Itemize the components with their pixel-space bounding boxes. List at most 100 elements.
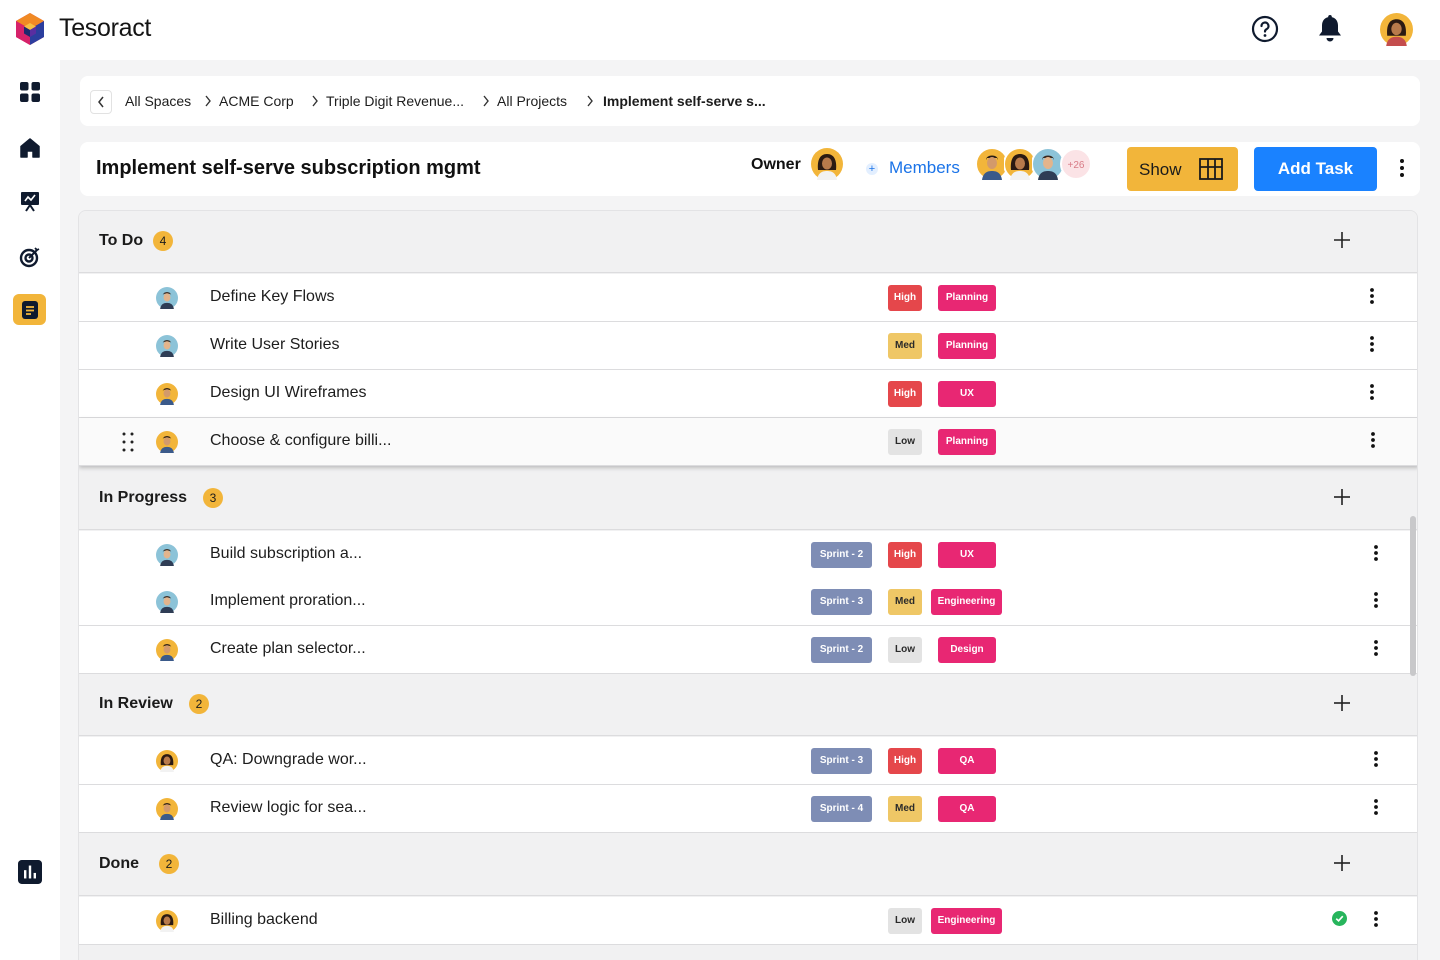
priority-tag: Med	[888, 589, 922, 615]
sprint-tag: Sprint - 4	[811, 796, 872, 822]
task-row[interactable]: Implement proration... Sprint - 3 Med En…	[79, 578, 1417, 626]
plus-icon[interactable]	[1333, 231, 1351, 249]
priority-tag: High	[888, 381, 922, 407]
count-badge: 2	[189, 694, 209, 714]
count-badge: 4	[153, 231, 173, 251]
label-tag: Planning	[938, 333, 996, 359]
breadcrumb-item-acme-corp[interactable]: ACME Corp	[219, 93, 294, 109]
breadcrumb-item-current: Implement self-serve s...	[603, 93, 766, 109]
breadcrumb-item-revenue[interactable]: Triple Digit Revenue...	[326, 93, 464, 109]
task-title[interactable]: Billing backend	[210, 911, 318, 929]
more-options-icon[interactable]	[1371, 638, 1381, 660]
breadcrumb-item-all-spaces[interactable]: All Spaces	[125, 93, 191, 109]
section-title: Done	[99, 855, 139, 872]
main-content: All Spaces ACME Corp Triple Digit Revenu…	[60, 60, 1440, 960]
priority-tag: Low	[888, 637, 922, 663]
sprint-tag: Sprint - 2	[811, 542, 872, 568]
more-options-icon[interactable]	[1371, 590, 1381, 612]
task-title[interactable]: Write User Stories	[210, 336, 340, 354]
task-title[interactable]: Design UI Wireframes	[210, 384, 366, 402]
owner-label: Owner	[751, 156, 801, 173]
more-options-icon[interactable]	[1396, 156, 1408, 180]
home-icon[interactable]	[18, 136, 42, 160]
task-row[interactable]: Write User Stories Med Planning	[79, 322, 1417, 370]
chevron-right-icon	[312, 95, 318, 107]
drag-handle-icon[interactable]	[121, 431, 135, 453]
back-button[interactable]	[90, 90, 112, 114]
more-options-icon[interactable]	[1367, 286, 1377, 308]
help-circle-icon[interactable]	[1251, 15, 1279, 43]
assignee-avatar[interactable]	[156, 639, 178, 661]
task-title[interactable]: Implement proration...	[210, 592, 366, 610]
task-title[interactable]: Create plan selector...	[210, 640, 366, 658]
task-row[interactable]: QA: Downgrade wor... Sprint - 3 High QA	[79, 737, 1417, 785]
assignee-avatar[interactable]	[156, 431, 178, 453]
sidebar	[0, 60, 60, 960]
task-row[interactable]: Create plan selector... Sprint - 2 Low D…	[79, 626, 1417, 674]
task-row[interactable]: Build subscription a... Sprint - 2 High …	[79, 531, 1417, 579]
columns-layout-icon	[1199, 158, 1223, 180]
owner-avatar[interactable]	[811, 148, 843, 180]
members-link[interactable]: Members	[889, 158, 960, 178]
more-options-icon[interactable]	[1367, 382, 1377, 404]
task-row-dragging[interactable]: Choose & configure billi... Low Planning	[79, 418, 1417, 466]
grid-icon[interactable]	[18, 80, 42, 104]
label-tag: UX	[938, 381, 996, 407]
chevron-right-icon	[205, 95, 211, 107]
task-title[interactable]: Define Key Flows	[210, 288, 335, 306]
assignee-avatar[interactable]	[156, 591, 178, 613]
sprint-tag: Sprint - 3	[811, 589, 872, 615]
page-title: Implement self-serve subscription mgmt	[96, 157, 481, 179]
show-button[interactable]: Show	[1127, 147, 1238, 191]
more-options-icon[interactable]	[1367, 334, 1377, 356]
plus-icon[interactable]	[1333, 488, 1351, 506]
more-options-icon[interactable]	[1371, 749, 1381, 771]
plus-icon[interactable]	[1333, 854, 1351, 872]
add-task-button[interactable]: Add Task	[1254, 147, 1377, 191]
scrollbar[interactable]	[1410, 516, 1416, 676]
breadcrumb: All Spaces ACME Corp Triple Digit Revenu…	[80, 76, 1420, 126]
more-options-icon[interactable]	[1371, 543, 1381, 565]
label-tag: Planning	[938, 285, 996, 311]
label-tag: QA	[938, 796, 996, 822]
assignee-avatar[interactable]	[156, 910, 178, 932]
section-done: Done 2	[79, 834, 1417, 896]
show-button-label: Show	[1139, 160, 1182, 179]
chevron-right-icon	[587, 95, 593, 107]
presentation-icon[interactable]	[18, 189, 42, 213]
assignee-avatar[interactable]	[156, 335, 178, 357]
task-row[interactable]: Define Key Flows High Planning	[79, 274, 1417, 322]
more-options-icon[interactable]	[1371, 797, 1381, 819]
assignee-avatar[interactable]	[156, 544, 178, 566]
plus-icon[interactable]	[1333, 694, 1351, 712]
task-title[interactable]: QA: Downgrade wor...	[210, 751, 367, 769]
assignee-avatar[interactable]	[156, 383, 178, 405]
section-title: In Progress	[99, 489, 188, 506]
document-icon[interactable]	[13, 294, 46, 325]
assignee-avatar[interactable]	[156, 287, 178, 309]
more-members-badge[interactable]: +26	[1060, 148, 1092, 180]
breadcrumb-item-all-projects[interactable]: All Projects	[497, 93, 567, 109]
user-avatar[interactable]	[1380, 13, 1413, 46]
task-title[interactable]: Build subscription a...	[210, 545, 362, 563]
section-title: In Review	[99, 695, 173, 712]
target-icon[interactable]	[18, 245, 42, 269]
task-row[interactable]: Billing backend Low Engineering	[79, 897, 1417, 945]
bar-chart-icon[interactable]	[18, 860, 42, 884]
task-title[interactable]: Review logic for sea...	[210, 799, 367, 817]
more-options-icon[interactable]	[1371, 909, 1381, 931]
bell-icon[interactable]	[1317, 14, 1343, 44]
task-title[interactable]: Choose & configure billi...	[210, 432, 391, 450]
assignee-avatar[interactable]	[156, 750, 178, 772]
section-todo: To Do 4	[79, 211, 1417, 273]
task-row[interactable]: Design UI Wireframes High UX	[79, 370, 1417, 418]
label-tag: Planning	[938, 429, 996, 455]
priority-tag: Low	[888, 429, 922, 455]
assignee-avatar[interactable]	[156, 798, 178, 820]
tesoract-logo-icon[interactable]	[14, 12, 46, 46]
chevron-left-icon	[98, 96, 104, 108]
more-options-icon[interactable]	[1368, 430, 1378, 452]
check-circle-icon	[1332, 911, 1347, 926]
task-row[interactable]: Review logic for sea... Sprint - 4 Med Q…	[79, 785, 1417, 833]
add-member-icon[interactable]: +	[866, 163, 878, 175]
